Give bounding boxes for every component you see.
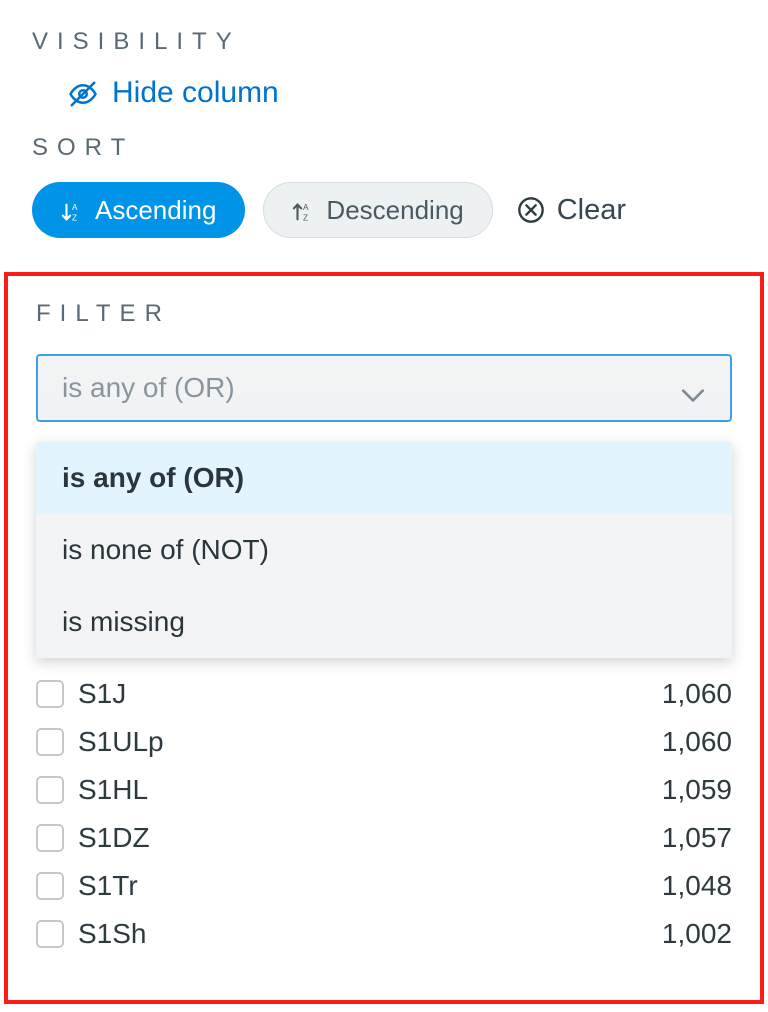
filter-option-label: is none of (NOT)	[62, 534, 269, 566]
list-item[interactable]: S1J 1,060	[36, 670, 732, 718]
list-item-label: S1J	[78, 678, 648, 710]
list-item-label: S1Sh	[78, 918, 648, 950]
close-circle-icon	[517, 196, 545, 224]
filter-section-highlight: FILTER is any of (OR) is any of (OR) is …	[4, 272, 764, 1004]
filter-option-is-missing[interactable]: is missing	[36, 586, 732, 658]
list-item-count: 1,057	[662, 822, 732, 854]
svg-text:A: A	[303, 203, 309, 212]
filter-option-is-any-of[interactable]: is any of (OR)	[36, 442, 732, 514]
sort-desc-icon: A Z	[292, 199, 314, 221]
svg-text:Z: Z	[72, 213, 77, 222]
list-item-label: S1HL	[78, 774, 648, 806]
filter-option-label: is missing	[62, 606, 185, 638]
filter-condition-select[interactable]: is any of (OR)	[36, 354, 732, 422]
list-item[interactable]: S1DZ 1,057	[36, 814, 732, 862]
filter-option-label: is any of (OR)	[62, 462, 244, 494]
hide-column-button[interactable]: Hide column	[32, 76, 736, 110]
checkbox[interactable]	[36, 728, 64, 756]
filter-condition-dropdown: is any of (OR) is none of (NOT) is missi…	[36, 442, 732, 658]
visibility-section-label: VISIBILITY	[32, 28, 736, 56]
sort-descending-button[interactable]: A Z Descending	[263, 182, 492, 238]
checkbox[interactable]	[36, 872, 64, 900]
sort-asc-label: Ascending	[95, 195, 216, 226]
list-item[interactable]: S1Sh 1,002	[36, 910, 732, 958]
filter-section-label: FILTER	[36, 300, 732, 328]
filter-select-placeholder: is any of (OR)	[62, 372, 235, 404]
list-item[interactable]: S1ULp 1,060	[36, 718, 732, 766]
checkbox[interactable]	[36, 680, 64, 708]
svg-text:A: A	[72, 203, 78, 212]
filter-option-is-none-of[interactable]: is none of (NOT)	[36, 514, 732, 586]
svg-text:Z: Z	[303, 213, 308, 222]
list-item-label: S1ULp	[78, 726, 648, 758]
list-item[interactable]: S1Tr 1,048	[36, 862, 732, 910]
list-item-count: 1,002	[662, 918, 732, 950]
sort-desc-label: Descending	[326, 195, 463, 226]
checkbox[interactable]	[36, 920, 64, 948]
filter-values-list: S1J 1,060 S1ULp 1,060 S1HL 1,059 S1DZ 1,…	[36, 670, 732, 958]
list-item-label: S1DZ	[78, 822, 648, 854]
list-item-count: 1,060	[662, 678, 732, 710]
checkbox[interactable]	[36, 776, 64, 804]
list-item-count: 1,060	[662, 726, 732, 758]
hide-column-label: Hide column	[112, 76, 279, 110]
checkbox[interactable]	[36, 824, 64, 852]
list-item-label: S1Tr	[78, 870, 648, 902]
list-item[interactable]: S1HL 1,059	[36, 766, 732, 814]
list-item-count: 1,059	[662, 774, 732, 806]
chevron-down-icon	[680, 379, 706, 397]
sort-section-label: SORT	[32, 134, 736, 162]
sort-clear-button[interactable]: Clear	[511, 194, 626, 227]
sort-asc-icon: A Z	[61, 199, 83, 221]
sort-ascending-button[interactable]: A Z Ascending	[32, 182, 245, 238]
list-item-count: 1,048	[662, 870, 732, 902]
sort-clear-label: Clear	[557, 194, 626, 227]
eye-slash-icon	[68, 79, 96, 107]
